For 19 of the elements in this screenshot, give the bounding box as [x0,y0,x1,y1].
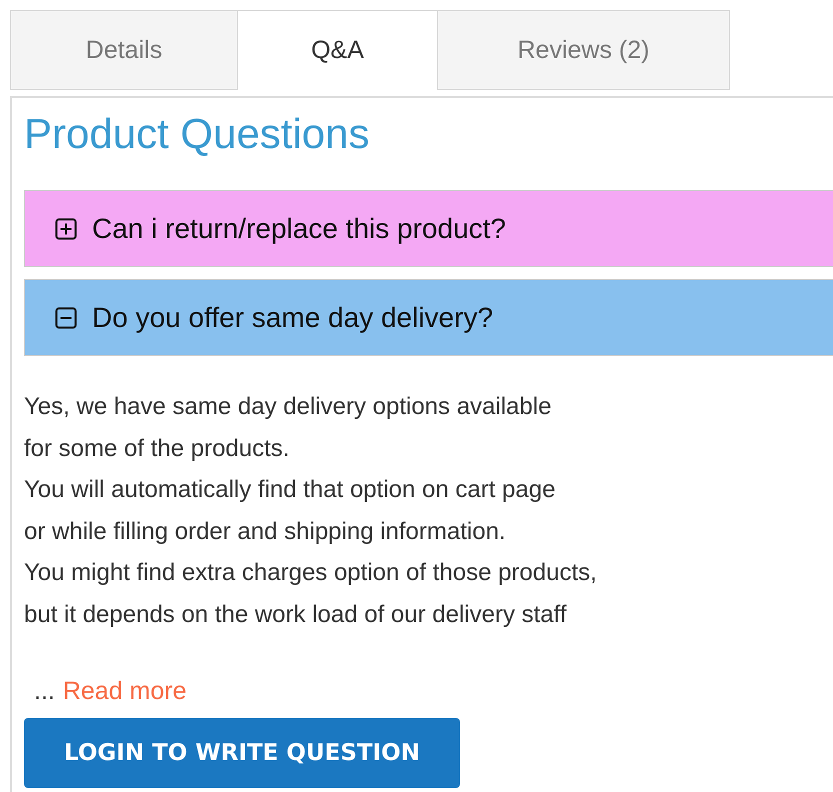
answer-text: Yes, we have same day delivery options available [24,392,552,422]
answer-text: You will automatically find that option on cart page [24,475,556,505]
question-text: Do you offer same day delivery? [92,302,494,334]
collapse-icon[interactable] [55,306,77,328]
login-button[interactable]: LOGIN TO WRITE QUESTION [24,718,460,788]
tab[interactable]: Details [10,10,238,90]
answer-text: for some of the products. [24,434,290,464]
answer-text: but it depends on the work load of our delivery staff [24,600,568,630]
tab[interactable]: Q&A [238,10,438,90]
question-header[interactable]: Do you offer same day delivery? [24,279,833,356]
tab[interactable]: Reviews (2) [438,10,730,90]
section-title: Product Questions [24,109,371,159]
question-text: Can i return/replace this product? [92,212,506,244]
question-header[interactable]: Can i return/replace this product? [24,190,833,267]
read-more-link[interactable]: Read more [62,677,187,706]
ellipsis-text: ... [34,677,55,706]
answer-text: You might find extra charges option of those products, [24,558,598,588]
expand-icon[interactable] [55,218,77,240]
answer-text: or while filling order and shipping information. [24,516,507,546]
